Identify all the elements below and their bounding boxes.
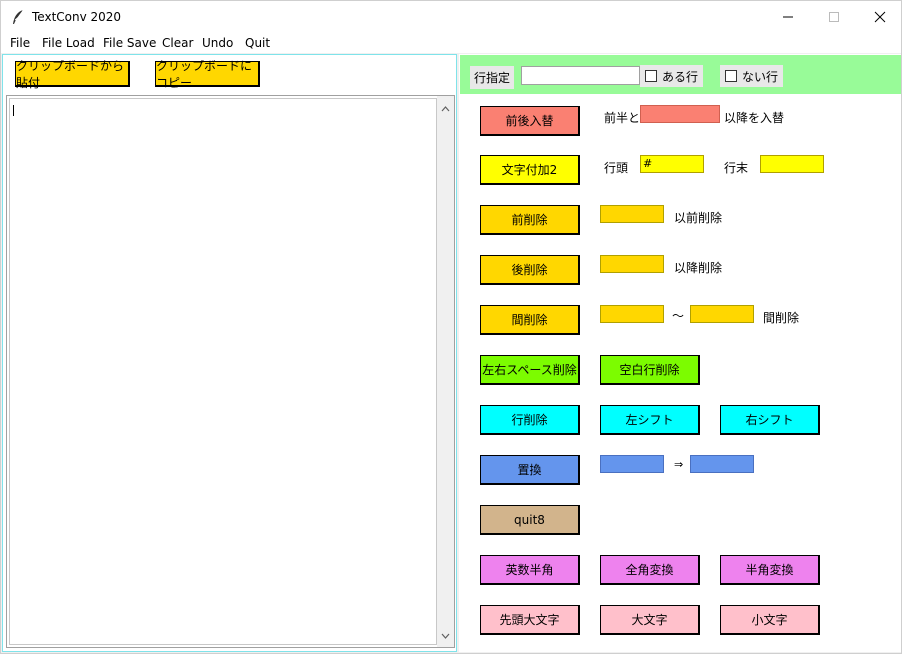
to-fullwidth-button[interactable]: 全角変換 — [600, 555, 700, 585]
delete-after-label: 以降削除 — [674, 261, 723, 275]
replace-from-input[interactable] — [600, 455, 664, 473]
feather-icon — [11, 9, 25, 25]
replace-to-input[interactable] — [690, 455, 754, 473]
line-tail-input[interactable] — [760, 155, 824, 173]
tilde-label: 〜 — [672, 309, 685, 323]
lowercase-button[interactable]: 小文字 — [720, 605, 820, 635]
shift-right-button[interactable]: 右シフト — [720, 405, 820, 435]
capitalize-button[interactable]: 先頭大文字 — [480, 605, 580, 635]
app-window: TextConv 2020 File File Load File Save C… — [0, 0, 902, 654]
tools-panel: 行指定 ある行 ない行 前後入替 前半と 以降を入替 文字付加2 行頭 # 行末… — [459, 54, 901, 652]
delete-before-button[interactable]: 前削除 — [480, 205, 580, 235]
no-line-label: ない行 — [742, 69, 779, 84]
menu-file[interactable]: File — [10, 36, 30, 50]
maximize-button[interactable] — [811, 1, 857, 33]
menu-file-save[interactable]: File Save — [103, 36, 156, 50]
menu-clear[interactable]: Clear — [162, 36, 193, 50]
delete-between-button[interactable]: 間削除 — [480, 305, 580, 335]
text-editor-content[interactable] — [9, 98, 437, 645]
trim-spaces-button[interactable]: 左右スペース削除 — [480, 355, 580, 385]
scrollbar-track[interactable] — [439, 113, 452, 630]
line-head-label: 行頭 — [604, 161, 629, 175]
delete-line-button[interactable]: 行削除 — [480, 405, 580, 435]
line-spec-input[interactable] — [521, 66, 640, 85]
checkbox-icon[interactable] — [645, 70, 657, 82]
window-title: TextConv 2020 — [32, 10, 122, 24]
menu-bar: File File Load File Save Clear Undo Quit — [1, 33, 901, 53]
menu-quit[interactable]: Quit — [245, 36, 270, 50]
append-text-button[interactable]: 文字付加2 — [480, 155, 580, 185]
line-filter-bar: 行指定 ある行 ない行 — [460, 55, 901, 94]
minimize-button[interactable] — [765, 1, 811, 33]
remove-blank-lines-button[interactable]: 空白行削除 — [600, 355, 700, 385]
delete-before-label: 以前削除 — [674, 211, 723, 225]
delete-between-to-input[interactable] — [690, 305, 754, 323]
checkbox-icon[interactable] — [725, 70, 737, 82]
shift-left-button[interactable]: 左シフト — [600, 405, 700, 435]
line-tail-label: 行末 — [724, 161, 749, 175]
halfwidth-alnum-button[interactable]: 英数半角 — [480, 555, 580, 585]
delete-after-input[interactable] — [600, 255, 664, 273]
swap-prefix-label: 前半と — [604, 111, 641, 125]
menu-file-load[interactable]: File Load — [42, 36, 95, 50]
line-spec-label: 行指定 — [470, 66, 515, 89]
arrow-label: ⇒ — [674, 458, 684, 471]
menu-undo[interactable]: Undo — [202, 36, 233, 50]
editor-panel: クリップボードから貼付 クリップボードにコピー — [2, 54, 457, 652]
title-bar[interactable]: TextConv 2020 — [1, 1, 901, 33]
delete-between-label: 間削除 — [763, 311, 800, 325]
text-editor[interactable] — [6, 95, 455, 648]
no-line-checkbox[interactable]: ない行 — [720, 65, 784, 87]
line-head-input[interactable]: # — [640, 155, 704, 173]
delete-between-from-input[interactable] — [600, 305, 664, 323]
vertical-scrollbar[interactable] — [437, 96, 454, 647]
to-halfwidth-button[interactable]: 半角変換 — [720, 555, 820, 585]
paste-from-clipboard-button[interactable]: クリップボードから貼付 — [15, 59, 130, 90]
copy-to-clipboard-button[interactable]: クリップボードにコピー — [155, 59, 260, 90]
uppercase-button[interactable]: 大文字 — [600, 605, 700, 635]
text-caret — [13, 105, 14, 116]
scroll-down-icon[interactable] — [441, 628, 450, 642]
swap-suffix-label: 以降を入替 — [724, 111, 785, 125]
has-line-label: ある行 — [662, 69, 699, 84]
close-button[interactable] — [857, 1, 902, 33]
replace-button[interactable]: 置換 — [480, 455, 580, 485]
swap-button[interactable]: 前後入替 — [480, 106, 580, 136]
has-line-checkbox[interactable]: ある行 — [640, 65, 704, 87]
swap-input[interactable] — [640, 105, 720, 123]
delete-after-button[interactable]: 後削除 — [480, 255, 580, 285]
delete-before-input[interactable] — [600, 205, 664, 223]
quit8-button[interactable]: quit8 — [480, 505, 580, 535]
